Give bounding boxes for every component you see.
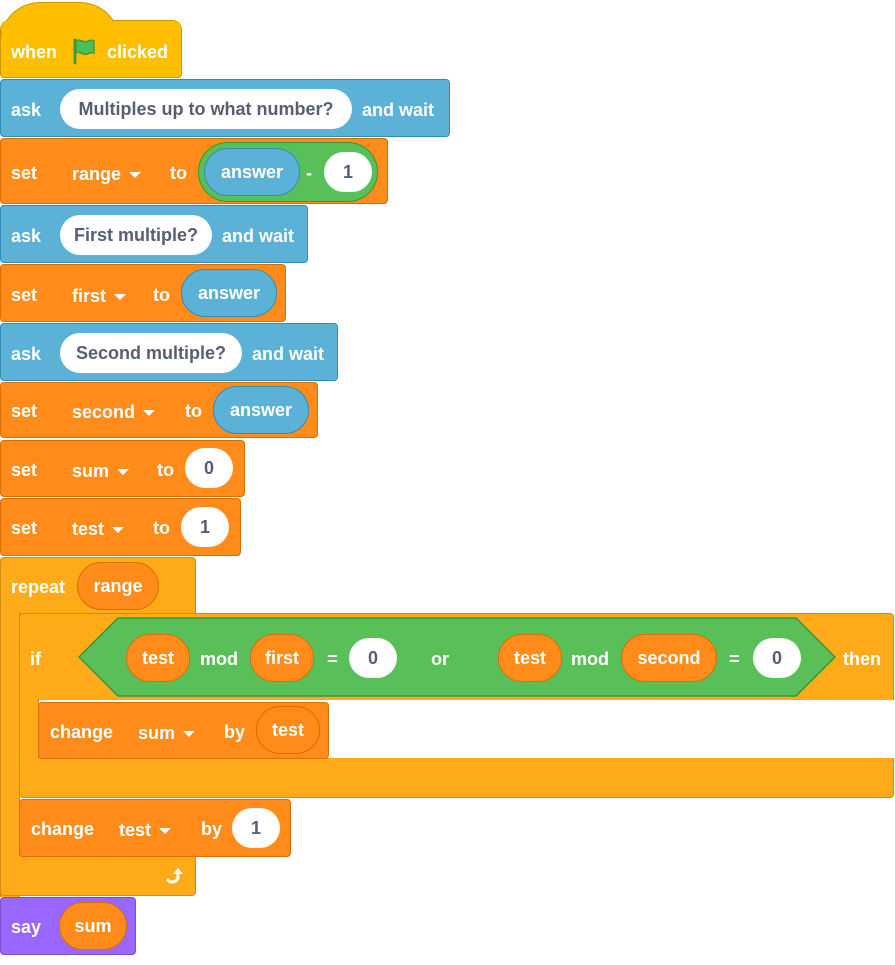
to-label: to: [185, 401, 202, 421]
to-label: to: [153, 285, 170, 305]
set-label: set: [11, 460, 38, 480]
answer-reporter-2[interactable]: answer: [181, 269, 277, 317]
chevron-down-icon: [159, 827, 172, 834]
ask-label: ask: [11, 100, 42, 120]
change-label: change: [50, 722, 114, 742]
chevron-down-icon: [114, 293, 127, 300]
green-flag-icon: [73, 38, 95, 65]
mod-label: mod: [200, 649, 238, 669]
chevron-down-icon: [183, 730, 196, 737]
test-reporter-3[interactable]: test: [256, 706, 320, 754]
question-input-2[interactable]: First multiple?: [60, 215, 212, 255]
variable-dropdown-sum[interactable]: sum: [72, 461, 130, 482]
variable-dropdown-first[interactable]: first: [72, 286, 127, 307]
or-operator[interactable]: [78, 617, 836, 697]
subtract-value-input[interactable]: 1: [324, 152, 372, 192]
sum-reporter[interactable]: sum: [59, 902, 127, 950]
clicked-label: clicked: [107, 42, 169, 62]
set-label: set: [11, 285, 38, 305]
question-input-3[interactable]: Second multiple?: [60, 333, 242, 373]
then-label: then: [843, 649, 881, 669]
chevron-down-icon: [129, 171, 142, 178]
ask-label: ask: [11, 344, 42, 364]
left-compare-input[interactable]: 0: [349, 638, 397, 678]
equals-label: =: [729, 649, 740, 669]
chevron-down-icon: [117, 468, 130, 475]
test-reporter-2[interactable]: test: [498, 634, 562, 682]
when-label: when: [11, 42, 58, 62]
ask-label: ask: [11, 226, 42, 246]
set-label: set: [11, 163, 38, 183]
to-label: to: [153, 518, 170, 538]
and-wait-label: and wait: [222, 226, 295, 246]
change-label: change: [31, 819, 95, 839]
test-reporter-1[interactable]: test: [126, 634, 190, 682]
range-reporter[interactable]: range: [77, 562, 159, 610]
variable-dropdown-test[interactable]: test: [72, 519, 125, 540]
change-test-value-input[interactable]: 1: [232, 808, 280, 848]
chevron-down-icon: [143, 409, 156, 416]
variable-dropdown-second[interactable]: second: [72, 402, 156, 423]
minus-label: -: [306, 163, 312, 183]
first-reporter[interactable]: first: [250, 634, 314, 682]
if-label: if: [30, 649, 41, 669]
loop-arrow-icon: [166, 868, 183, 884]
test-value-input[interactable]: 1: [181, 507, 229, 547]
variable-dropdown-change-sum[interactable]: sum: [138, 723, 196, 744]
set-label: set: [11, 401, 38, 421]
say-label: say: [11, 917, 42, 937]
answer-reporter-1[interactable]: answer: [204, 148, 300, 196]
variable-dropdown-range[interactable]: range: [72, 164, 142, 185]
and-wait-label: and wait: [362, 100, 435, 120]
right-compare-input[interactable]: 0: [753, 638, 801, 678]
repeat-label: repeat: [11, 577, 66, 597]
second-reporter[interactable]: second: [621, 634, 717, 682]
question-input-1[interactable]: Multiples up to what number?: [60, 89, 352, 129]
by-label: by: [201, 819, 223, 839]
chevron-down-icon: [112, 526, 125, 533]
mod-label: mod: [571, 649, 609, 669]
by-label: by: [224, 722, 246, 742]
sum-value-input[interactable]: 0: [185, 448, 233, 488]
to-label: to: [157, 460, 174, 480]
if-footer: [19, 758, 894, 798]
equals-label: =: [327, 649, 338, 669]
if-arm: [19, 698, 39, 760]
answer-reporter-3[interactable]: answer: [213, 386, 309, 434]
repeat-arm: [0, 612, 20, 897]
set-label: set: [11, 518, 38, 538]
to-label: to: [170, 163, 187, 183]
and-wait-label: and wait: [252, 344, 325, 364]
or-label: or: [431, 649, 449, 669]
variable-dropdown-change-test[interactable]: test: [119, 820, 172, 841]
